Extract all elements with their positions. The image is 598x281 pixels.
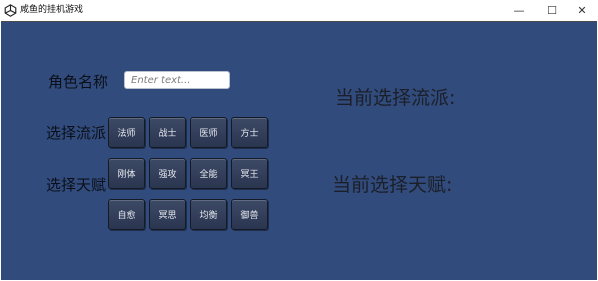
maximize-button[interactable]: ☐ (537, 0, 567, 21)
talent-button-versatile[interactable]: 全能 (190, 158, 227, 189)
school-label: 选择流派 (46, 124, 107, 142)
school-button-mage[interactable]: 法师 (108, 117, 145, 148)
close-button[interactable]: ✕ (567, 0, 597, 21)
school-button-warrior[interactable]: 战士 (149, 117, 186, 148)
talent-button-balance[interactable]: 均衡 (190, 199, 227, 230)
window-title: 咸鱼的挂机游戏 (20, 5, 84, 15)
talent-button-rigid[interactable]: 刚体 (108, 158, 145, 189)
talent-button-underworld[interactable]: 冥王 (231, 158, 268, 189)
talent-label: 选择天赋 (46, 176, 107, 194)
game-window: 咸鱼的挂机游戏 — ☐ ✕ 角色名称 选择流派 选择天赋 法师 战士 医师 方士… (0, 0, 598, 281)
title-bar[interactable]: 咸鱼的挂机游戏 — ☐ ✕ (0, 0, 598, 21)
game-canvas: 角色名称 选择流派 选择天赋 法师 战士 医师 方士 刚体 强攻 全能 冥王 自… (1, 21, 597, 280)
name-input[interactable] (124, 71, 230, 89)
unity-logo-icon (4, 4, 17, 17)
talent-button-assault[interactable]: 强攻 (149, 158, 186, 189)
minimize-button[interactable]: — (504, 0, 534, 21)
talent-button-meditation[interactable]: 冥思 (149, 199, 186, 230)
name-label: 角色名称 (48, 73, 109, 91)
school-button-taoist[interactable]: 方士 (231, 117, 268, 148)
current-school-text: 当前选择流派: (335, 87, 456, 109)
talent-button-selfheal[interactable]: 自愈 (108, 199, 145, 230)
school-button-healer[interactable]: 医师 (190, 117, 227, 148)
talent-button-beastmaster[interactable]: 御兽 (231, 199, 268, 230)
current-talent-text: 当前选择天赋: (332, 174, 453, 196)
